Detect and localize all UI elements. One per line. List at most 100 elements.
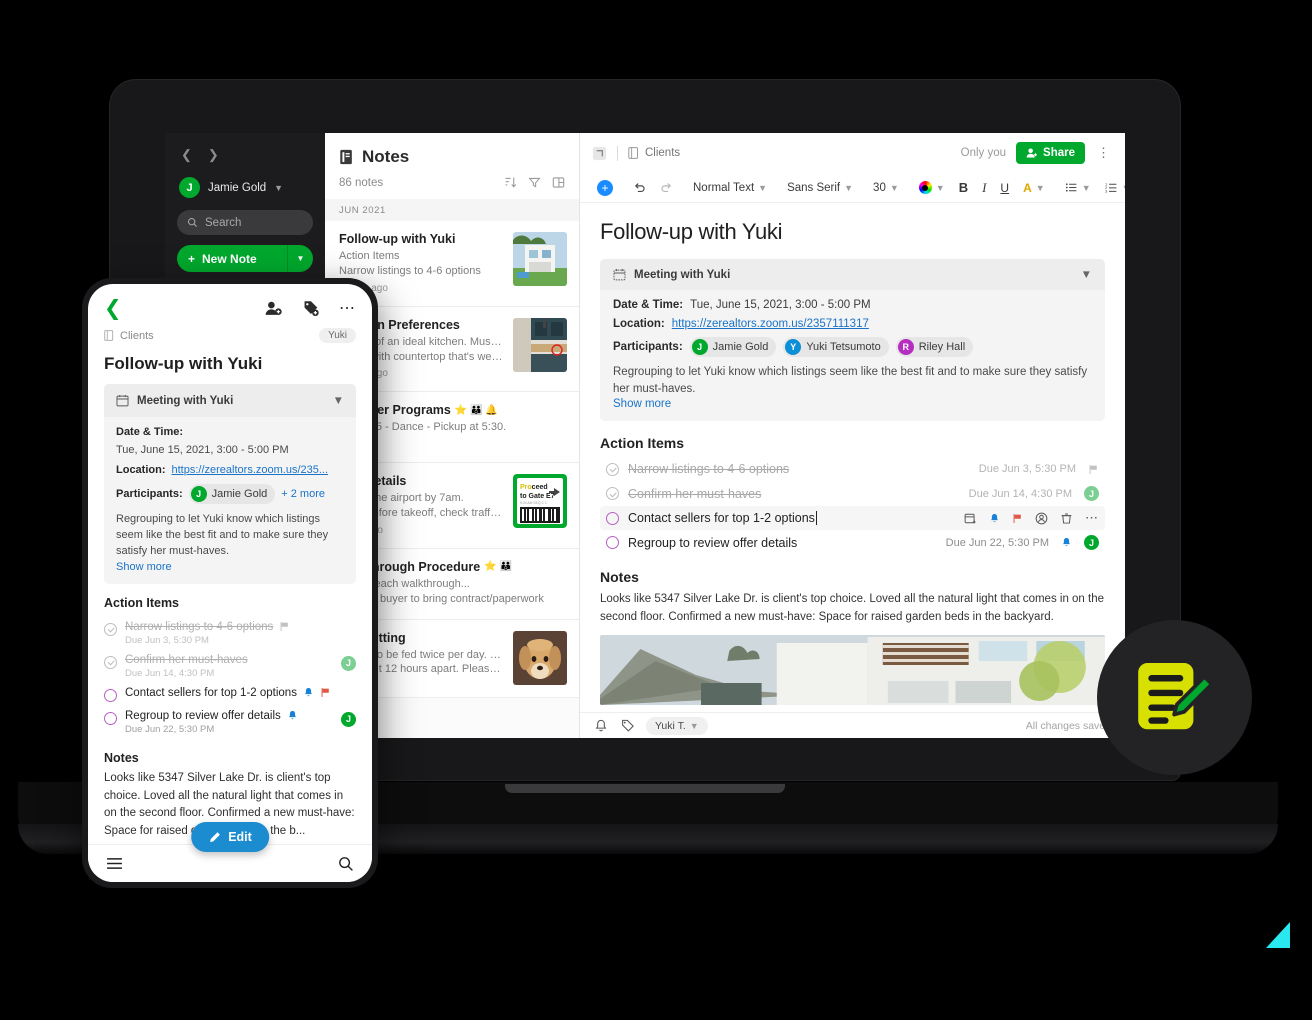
bulleted-list-button[interactable]: ▼ <box>1058 181 1098 194</box>
action-item-text[interactable]: Narrow listings to 4-6 options <box>125 621 356 633</box>
tag-pill[interactable]: Yuki <box>319 328 356 343</box>
italic-button[interactable]: I <box>975 180 993 196</box>
hamburger-menu-icon[interactable] <box>106 857 123 870</box>
nav-history-controls[interactable]: ❮ ❯ <box>177 143 313 173</box>
highlight-button[interactable]: A ▼ <box>1016 181 1052 195</box>
tag-pill[interactable]: Yuki T. ▼ <box>646 716 708 735</box>
trash-icon[interactable] <box>1060 512 1073 525</box>
chevron-down-icon[interactable]: ▼ <box>274 183 283 193</box>
notes-text[interactable]: Looks like 5347 Silver Lake Dr. is clien… <box>600 591 1105 626</box>
bell-icon[interactable] <box>989 513 1000 524</box>
checkbox[interactable] <box>104 622 117 636</box>
filter-icon[interactable] <box>528 176 541 189</box>
flag-icon[interactable] <box>1088 464 1099 475</box>
notebook-icon <box>628 147 638 159</box>
underline-button[interactable]: U <box>993 181 1016 195</box>
bell-icon[interactable] <box>287 710 298 721</box>
account-switcher[interactable]: J Jamie Gold ▼ <box>177 173 313 210</box>
search-input[interactable]: Search <box>177 210 313 235</box>
participant-chip[interactable]: J Jamie Gold <box>689 337 777 357</box>
flag-icon[interactable] <box>1012 513 1023 524</box>
add-person-icon[interactable] <box>265 300 282 317</box>
participant-chip[interactable]: R Riley Hall <box>895 337 974 357</box>
action-items-heading: Action Items <box>600 435 685 452</box>
chevron-down-icon[interactable]: ▼ <box>333 395 344 407</box>
breadcrumb[interactable]: Clients <box>104 330 154 342</box>
house-photo[interactable] <box>600 634 1105 705</box>
text-color-button[interactable]: ▼ <box>912 181 952 194</box>
checkbox[interactable] <box>606 462 619 476</box>
edit-button[interactable]: Edit <box>191 822 269 852</box>
assign-person-icon[interactable] <box>1035 512 1048 525</box>
calendar-icon <box>116 394 129 407</box>
breadcrumb[interactable]: Clients <box>628 147 680 159</box>
paragraph-style-select[interactable]: Normal Text ▼ <box>686 182 774 194</box>
action-item-text[interactable]: Confirm her must-haves <box>628 487 960 501</box>
avatar: Y <box>785 339 802 355</box>
more-participants-link[interactable]: + 2 more <box>281 488 325 500</box>
insert-button[interactable]: + <box>590 179 620 196</box>
action-item-row[interactable]: Narrow listings to 4-6 options Due Jun 3,… <box>600 457 1105 481</box>
action-item-row[interactable]: Confirm her must-haves Due Jun 14, 4:30 P… <box>104 650 356 683</box>
flag-icon[interactable] <box>320 687 331 698</box>
participant-chip[interactable]: Y Yuki Tetsumoto <box>783 337 889 357</box>
expand-icon[interactable] <box>592 146 607 161</box>
show-more-link[interactable]: Show more <box>613 398 1092 410</box>
sort-icon[interactable] <box>504 176 517 189</box>
flag-icon[interactable] <box>279 621 290 632</box>
document-title[interactable]: Follow-up with Yuki <box>600 219 1105 245</box>
new-note-dropdown[interactable]: ▼ <box>287 245 313 272</box>
font-size-select[interactable]: 30 ▼ <box>866 182 906 194</box>
share-button[interactable]: Share <box>1016 142 1085 164</box>
add-tag-icon[interactable] <box>302 300 319 317</box>
checkbox[interactable] <box>104 688 117 702</box>
action-item-row[interactable]: Contact sellers for top 1-2 options <box>104 683 356 706</box>
action-item-row[interactable]: Regroup to review offer details Due Jun 2… <box>600 530 1105 555</box>
participant-chip[interactable]: J Jamie Gold <box>188 484 276 504</box>
checkbox[interactable] <box>104 655 117 669</box>
checkbox[interactable] <box>606 511 619 525</box>
action-item-row[interactable]: Confirm her must-haves Due Jun 14, 4:30 P… <box>600 481 1105 506</box>
action-item-text[interactable]: Regroup to review offer details <box>628 536 937 550</box>
chevron-left-icon[interactable]: ❮ <box>104 298 122 319</box>
note-item-preview: Narrow listings to 4-6 options <box>339 264 481 277</box>
action-item-text[interactable]: Contact sellers for top 1-2 options <box>125 687 356 699</box>
add-tag-icon[interactable] <box>620 719 634 733</box>
meeting-card-header[interactable]: Meeting with Yuki ▼ <box>600 259 1105 290</box>
location-link[interactable]: https://zerealtors.zoom.us/2357111317 <box>672 318 869 330</box>
redo-icon <box>661 183 672 192</box>
checkbox[interactable] <box>606 536 619 550</box>
chevron-down-icon[interactable]: ▼ <box>1081 269 1092 281</box>
chevron-right-icon[interactable]: ❯ <box>208 147 219 163</box>
checkbox[interactable] <box>104 711 117 725</box>
action-item-row[interactable]: Narrow listings to 4-6 options Due Jun 3,… <box>104 617 356 650</box>
redo-button[interactable] <box>653 181 680 194</box>
new-note-button[interactable]: + New Note ▼ <box>177 245 313 272</box>
calendar-add-icon[interactable] <box>964 512 977 525</box>
action-item-text[interactable]: Narrow listings to 4-6 options <box>628 462 970 476</box>
overflow-icon[interactable]: ⋯ <box>339 301 356 316</box>
location-link[interactable]: https://zerealtors.zoom.us/235... <box>172 464 329 476</box>
show-more-link[interactable]: Show more <box>116 561 344 573</box>
search-icon[interactable] <box>338 856 354 872</box>
font-select[interactable]: Sans Serif ▼ <box>780 182 860 194</box>
overflow-icon[interactable]: ⋯ <box>1085 512 1099 524</box>
meeting-card-header[interactable]: Meeting with Yuki ▼ <box>104 384 356 417</box>
overflow-icon[interactable]: ⋮ <box>1095 145 1113 161</box>
document-canvas[interactable]: Follow-up with Yuki Meeting with Yuki ▼ … <box>580 203 1125 712</box>
checkbox[interactable] <box>606 487 619 501</box>
bell-icon[interactable] <box>303 687 314 698</box>
numbered-list-button[interactable]: 123 ▼ <box>1098 181 1125 194</box>
add-reminder-icon[interactable] <box>594 719 608 733</box>
bold-button[interactable]: B <box>952 180 975 195</box>
action-item-text[interactable]: Regroup to review offer details <box>125 710 333 722</box>
action-item-row[interactable]: Contact sellers for top 1-2 options ⋯ <box>600 506 1105 531</box>
phone-content[interactable]: Meeting with Yuki ▼ Date & Time: Tue, Ju… <box>88 384 372 844</box>
chevron-left-icon[interactable]: ❮ <box>181 147 192 163</box>
bell-icon[interactable] <box>1061 537 1072 548</box>
action-item-text[interactable]: Contact sellers for top 1-2 options <box>628 511 955 526</box>
undo-button[interactable] <box>626 181 653 194</box>
action-item-row[interactable]: Regroup to review offer details Due Jun 2… <box>104 706 356 739</box>
layout-icon[interactable] <box>552 176 565 189</box>
action-item-text[interactable]: Confirm her must-haves <box>125 654 333 666</box>
